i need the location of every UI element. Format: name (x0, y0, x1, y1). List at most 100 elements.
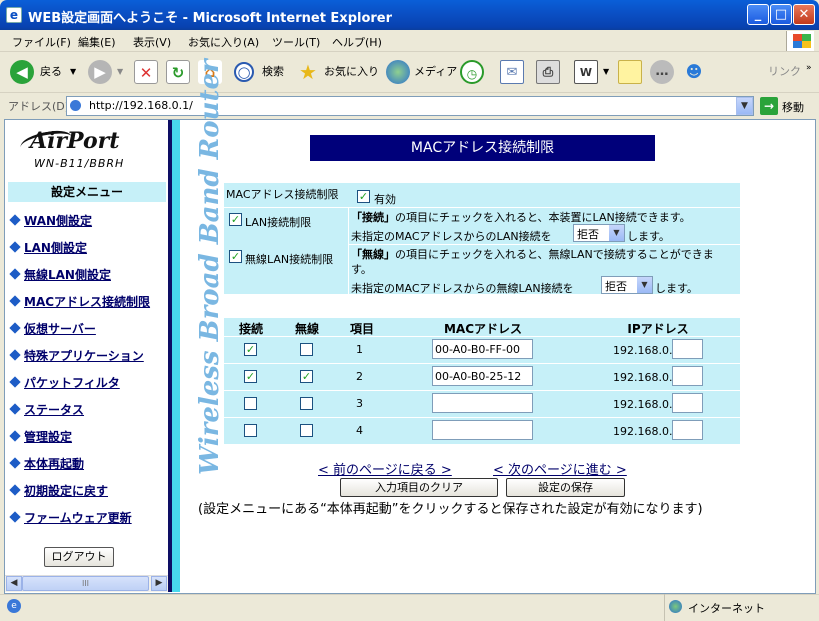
next-page-link[interactable]: < 次のページに進む > (493, 459, 627, 478)
prev-page-link[interactable]: < 前のページに戻る > (318, 459, 452, 478)
mail-icon[interactable]: ✉ (500, 60, 524, 84)
row1-mac-input[interactable]: 00-A0-B0-FF-00 (432, 339, 533, 359)
header-mac: MACアドレス (443, 322, 523, 336)
row2-mac-input[interactable]: 00-A0-B0-25-12 (432, 366, 533, 386)
header-wireless: 無線 (294, 322, 319, 336)
forward-icon[interactable]: ▶ (88, 60, 112, 84)
refresh-icon[interactable]: ↻ (166, 60, 190, 84)
row2-wireless-checkbox[interactable]: ✓ (300, 370, 313, 383)
chevron-down-icon: ▼ (637, 277, 652, 293)
row4-wireless-checkbox[interactable] (300, 424, 313, 437)
save-settings-button[interactable]: 設定の保存 (506, 478, 625, 497)
row3-connect-checkbox[interactable] (244, 397, 257, 410)
row3-mac-input[interactable] (432, 393, 533, 413)
row4-mac-input[interactable] (432, 420, 533, 440)
menu-edit[interactable]: 編集(E) (78, 34, 116, 50)
diamond-bullet-icon (9, 403, 21, 415)
menu-tools[interactable]: ツール(T) (272, 34, 320, 50)
sidebar-item-firmware[interactable]: ファームウェア更新 (9, 509, 132, 526)
scroll-thumb[interactable]: III (22, 576, 149, 591)
go-button[interactable]: 移動 (782, 99, 804, 115)
go-arrow-icon[interactable]: → (760, 97, 778, 115)
close-button[interactable]: ✕ (793, 4, 815, 25)
row4-ip-input[interactable] (672, 420, 703, 440)
history-icon[interactable]: ◷ (460, 60, 484, 84)
row1-ip-prefix: 192.168.0. (613, 344, 673, 357)
menu-file[interactable]: ファイル(F) (12, 34, 71, 50)
forward-dropdown-icon[interactable]: ▼ (117, 67, 123, 76)
lan-desc-suffix: します。 (627, 230, 670, 243)
diamond-bullet-icon (9, 430, 21, 442)
menu-favorites[interactable]: お気に入り(A) (188, 34, 259, 50)
wlan-restrict-checkbox[interactable]: ✓ (229, 250, 242, 263)
edit-word-icon[interactable]: W (574, 60, 598, 84)
print-icon[interactable]: ⎙ (536, 60, 560, 84)
search-label[interactable]: 検索 (262, 63, 284, 79)
wlan-policy-select[interactable]: 拒否 ▼ (601, 276, 653, 294)
media-label[interactable]: メディア (414, 63, 457, 79)
row2-ip-input[interactable] (672, 366, 703, 386)
enable-checkbox[interactable]: ✓ (357, 190, 370, 203)
note-icon[interactable] (618, 60, 642, 84)
scroll-right-icon[interactable]: ▶ (151, 576, 167, 591)
toolbar-chevron-icon[interactable]: » (806, 63, 812, 73)
sidebar-item-wan[interactable]: WAN側設定 (9, 212, 92, 229)
favorites-label[interactable]: お気に入り (324, 63, 379, 79)
sidebar-item-virtual-server[interactable]: 仮想サーバー (9, 320, 96, 337)
row1-connect-checkbox[interactable]: ✓ (244, 343, 257, 356)
lan-policy-select[interactable]: 拒否 ▼ (573, 224, 625, 242)
edit-dropdown-icon[interactable]: ▼ (603, 67, 609, 76)
lan-desc-line2: 未指定のMACアドレスからのLAN接続を (351, 230, 552, 243)
row4-connect-checkbox[interactable] (244, 424, 257, 437)
back-dropdown-icon[interactable]: ▼ (70, 67, 76, 76)
sidebar-item-lan[interactable]: LAN側設定 (9, 239, 87, 256)
address-label: アドレス(D) (8, 100, 70, 113)
zone-label: インターネット (688, 602, 765, 615)
sidebar-item-factory-reset[interactable]: 初期設定に戻す (9, 482, 108, 499)
messenger-icon[interactable]: ☻ (682, 60, 706, 84)
lan-restrict-checkbox[interactable]: ✓ (229, 213, 242, 226)
search-icon[interactable]: ○ (234, 62, 254, 82)
row1-wireless-checkbox[interactable] (300, 343, 313, 356)
logout-button[interactable]: ログアウト (44, 547, 114, 567)
sidebar-item-special-app[interactable]: 特殊アプリケーション (9, 347, 144, 364)
row2-connect-checkbox[interactable]: ✓ (244, 370, 257, 383)
wlan-restrict-label: 無線LAN接続制限 (245, 253, 334, 266)
favorites-star-icon[interactable]: ★ (296, 60, 320, 84)
row3-ip-input[interactable] (672, 393, 703, 413)
sidebar-item-reboot[interactable]: 本体再起動 (9, 455, 84, 472)
diamond-bullet-icon (9, 214, 21, 226)
back-label[interactable]: 戻る (40, 63, 62, 79)
chevron-down-icon: ▼ (609, 225, 624, 241)
links-label[interactable]: リンク (768, 63, 801, 79)
scroll-left-icon[interactable]: ◀ (6, 576, 22, 591)
back-icon[interactable]: ◀ (10, 60, 34, 84)
address-dropdown-icon[interactable]: ▼ (736, 97, 753, 115)
stop-icon[interactable]: ✕ (134, 60, 158, 84)
discuss-icon[interactable]: … (650, 60, 674, 84)
wlan-desc-line1: 「無線」の項目にチェックを入れると、無線LANで接続することができま (351, 248, 714, 261)
row1-ip-input[interactable] (672, 339, 703, 359)
sidebar-item-admin[interactable]: 管理設定 (9, 428, 72, 445)
sidebar-item-packet-filter[interactable]: パケットフィルタ (9, 374, 120, 391)
header-item: 項目 (349, 322, 374, 336)
clear-inputs-button[interactable]: 入力項目のクリア (340, 478, 498, 497)
row3-ip-prefix: 192.168.0. (613, 398, 673, 411)
page-title: MACアドレス接続制限 (310, 135, 655, 161)
row4-ip-prefix: 192.168.0. (613, 425, 673, 438)
sidebar-item-status[interactable]: ステータス (9, 401, 84, 418)
menu-view[interactable]: 表示(V) (133, 34, 171, 50)
sidebar-item-wireless-lan[interactable]: 無線LAN側設定 (9, 266, 111, 283)
globe-icon (669, 600, 682, 613)
minimize-button[interactable]: _ (747, 4, 769, 25)
sidebar-item-mac-restriction[interactable]: MACアドレス接続制限 (9, 293, 150, 310)
header-connect: 接続 (238, 322, 263, 336)
media-icon[interactable] (386, 60, 410, 84)
row3-wireless-checkbox[interactable] (300, 397, 313, 410)
diamond-bullet-icon (9, 376, 21, 388)
page-status-icon: e (7, 599, 21, 613)
address-input[interactable]: http://192.168.0.1/ (66, 96, 754, 116)
diamond-bullet-icon (9, 511, 21, 523)
maximize-button[interactable]: □ (770, 4, 792, 25)
menu-help[interactable]: ヘルプ(H) (332, 34, 382, 50)
